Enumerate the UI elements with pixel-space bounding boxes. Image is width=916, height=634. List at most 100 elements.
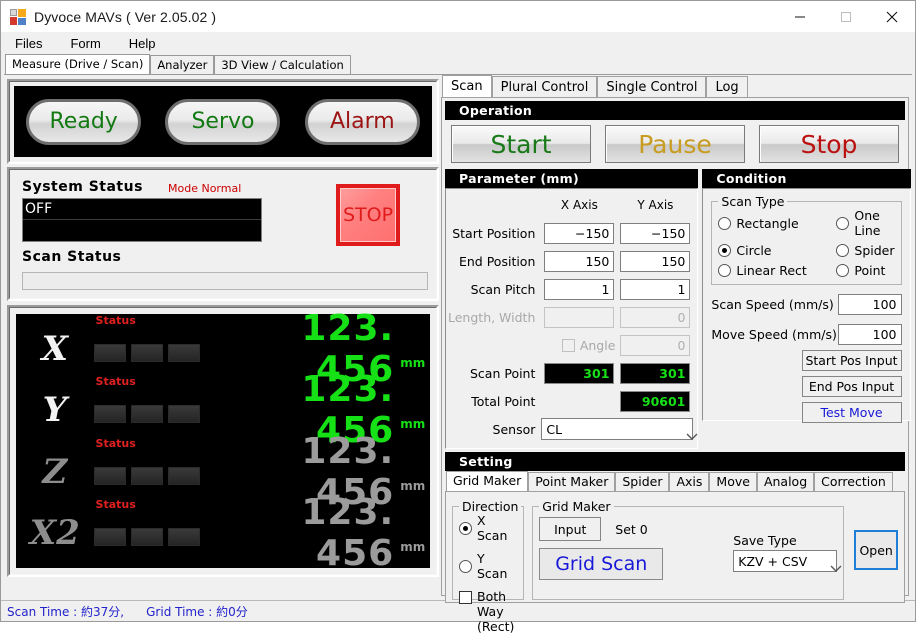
tab-plural-control[interactable]: Plural Control [492, 76, 598, 97]
status-led [94, 467, 126, 485]
status-led [168, 528, 200, 546]
start-button[interactable]: Start [451, 125, 591, 163]
save-type-label: Save Type [733, 533, 837, 548]
window-title: Dyvoce MAVs ( Ver 2.05.02 ) [34, 9, 216, 25]
main-tab-strip: Measure (Drive / Scan) Analyzer 3D View … [1, 54, 915, 74]
row-start-position: Start Position −150 −150 [448, 219, 693, 247]
move-speed-input[interactable]: 100 [838, 324, 902, 345]
both-way-label-2: (Rect) [477, 619, 514, 634]
radio-circle[interactable]: Circle [718, 243, 836, 258]
tab-point-maker[interactable]: Point Maker [528, 472, 615, 491]
radio-label: Spider [854, 243, 894, 258]
label-sensor: Sensor [448, 415, 541, 443]
lamp-alarm[interactable]: Alarm [305, 99, 420, 145]
radio-label: Linear Rect [736, 263, 806, 278]
radio-linear-rect[interactable]: Linear Rect [718, 263, 836, 278]
save-type-select[interactable]: KZV + CSV [733, 550, 837, 572]
tab-measure[interactable]: Measure (Drive / Scan) [5, 54, 150, 74]
status-panel: System Status Mode Normal OFF Scan Statu… [7, 167, 439, 301]
radio-indicator [718, 217, 731, 230]
label-length-width: Length, Width [448, 303, 541, 331]
end-pos-input-button[interactable]: End Pos Input [802, 376, 902, 397]
stop-button[interactable]: Stop [759, 125, 899, 163]
axis-row-x2: X2 Status 123. 456 mm [16, 504, 430, 562]
tab-log[interactable]: Log [706, 76, 747, 97]
operation-section: Operation Start Pause Stop [445, 101, 905, 169]
scan-pitch-x-input[interactable]: 1 [544, 279, 614, 300]
tab-scan[interactable]: Scan [442, 75, 492, 97]
tab-grid-maker[interactable]: Grid Maker [446, 471, 528, 491]
start-position-x-input[interactable]: −150 [544, 223, 614, 244]
system-status-value-2 [23, 220, 261, 240]
scan-tab-panel: Operation Start Pause Stop Parameter (mm… [441, 97, 909, 596]
open-button[interactable]: Open [854, 530, 898, 570]
radio-rectangle[interactable]: Rectangle [718, 208, 836, 238]
pause-button[interactable]: Pause [605, 125, 745, 163]
radio-spider[interactable]: Spider [836, 243, 894, 258]
emergency-stop-button[interactable]: STOP [336, 184, 400, 246]
end-position-y-input[interactable]: 150 [620, 251, 690, 272]
end-position-x-input[interactable]: 150 [544, 251, 614, 272]
start-position-y-input[interactable]: −150 [620, 223, 690, 244]
status-led [168, 467, 200, 485]
sensor-select[interactable]: CL [541, 418, 693, 440]
axis-unit-z: mm [398, 479, 430, 501]
tab-correction[interactable]: Correction [814, 472, 893, 491]
radio-indicator [836, 217, 849, 230]
angle-checkbox [562, 339, 575, 352]
menu-item-help[interactable]: Help [127, 34, 166, 53]
setting-tab-strip: Grid Maker Point Maker Spider Axis Move … [445, 471, 905, 491]
start-pos-input-button[interactable]: Start Pos Input [802, 350, 902, 371]
minimize-icon[interactable] [777, 1, 823, 32]
lamp-panel: Ready Servo Alarm [7, 79, 439, 164]
axis-status-x2: Status [94, 520, 211, 546]
tab-single-control[interactable]: Single Control [597, 76, 706, 97]
radio-label: X Scan [477, 513, 517, 543]
parameter-table: X Axis Y Axis Start Position −150 −150 E… [448, 191, 693, 443]
scan-pitch-y-input[interactable]: 1 [620, 279, 690, 300]
grid-maker-panel: Direction X Scan Y Scan [445, 491, 905, 603]
tab-analyzer[interactable]: Analyzer [150, 55, 214, 74]
radio-label: Rectangle [736, 216, 798, 231]
axis-unit-x2: mm [398, 540, 430, 562]
radio-y-scan[interactable]: Y Scan [459, 551, 517, 581]
tab-analog[interactable]: Analog [757, 472, 814, 491]
label-scan-pitch: Scan Pitch [448, 275, 541, 303]
status-led [94, 528, 126, 546]
menu-item-form[interactable]: Form [68, 34, 110, 53]
checkbox-both-way[interactable]: Both Way (Rect) [459, 589, 517, 634]
axis-status-x: Status [94, 336, 211, 362]
axis-value-x2: 123. 456 [211, 492, 398, 574]
tab-spider[interactable]: Spider [615, 472, 669, 491]
right-column: Scan Plural Control Single Control Log O… [441, 75, 912, 596]
total-point-display: 90601 [620, 391, 690, 412]
app-window: Dyvoce MAVs ( Ver 2.05.02 ) Files Form H… [0, 0, 916, 622]
axis-label-x2: X2 [16, 513, 94, 553]
left-column: Ready Servo Alarm System Status Mode Nor… [7, 79, 439, 596]
save-type-value: KZV + CSV [738, 554, 807, 569]
tab-3d-view[interactable]: 3D View / Calculation [214, 55, 350, 74]
radio-x-scan[interactable]: X Scan [459, 513, 517, 543]
label-total-point: Total Point [448, 387, 541, 415]
length-width-x-input [544, 307, 614, 328]
radio-label: Point [854, 263, 885, 278]
close-icon[interactable] [869, 1, 915, 32]
input-button[interactable]: Input [539, 517, 601, 541]
scan-speed-input[interactable]: 100 [838, 294, 902, 315]
tab-axis[interactable]: Axis [669, 472, 709, 491]
maximize-icon[interactable] [823, 1, 869, 32]
radio-point[interactable]: Point [836, 263, 894, 278]
grid-scan-button[interactable]: Grid Scan [539, 548, 663, 580]
lamp-ready[interactable]: Ready [26, 99, 141, 145]
row-sensor: Sensor CL [448, 415, 693, 443]
tab-move[interactable]: Move [709, 472, 757, 491]
menu-item-files[interactable]: Files [13, 34, 52, 53]
parameter-header: Parameter (mm) [445, 169, 698, 188]
set-count-label: Set 0 [615, 522, 647, 537]
condition-header: Condition [702, 169, 910, 188]
test-move-button[interactable]: Test Move [802, 402, 902, 423]
radio-one-line[interactable]: One Line [836, 208, 894, 238]
lamp-servo[interactable]: Servo [165, 99, 280, 145]
radio-indicator [718, 244, 731, 257]
radio-indicator [718, 264, 731, 277]
